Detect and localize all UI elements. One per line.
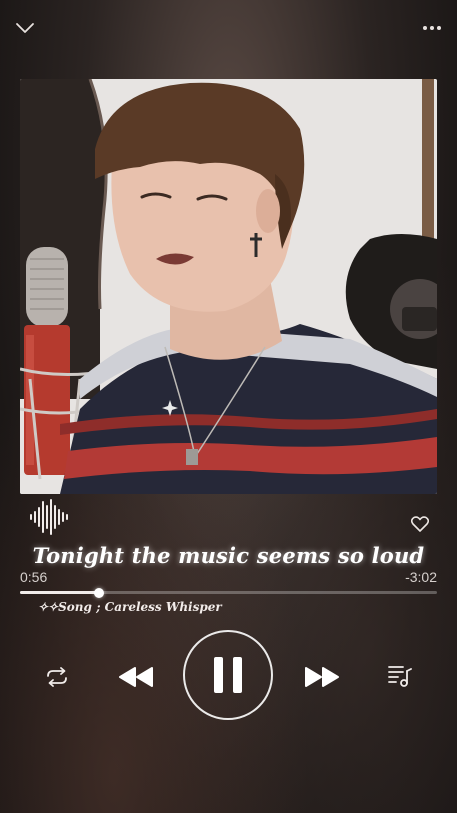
song-title: ✧✧Song ; Careless Whisper bbox=[38, 600, 222, 614]
playback-controls bbox=[0, 630, 457, 722]
elapsed-time: 0:56 bbox=[20, 569, 48, 585]
top-bar bbox=[0, 0, 457, 60]
progress-fill bbox=[20, 591, 100, 594]
queue-music-icon[interactable] bbox=[384, 660, 416, 692]
current-lyric: Tonight the music seems so loud bbox=[32, 543, 425, 568]
chevron-down-icon[interactable] bbox=[10, 14, 40, 42]
heart-icon[interactable] bbox=[408, 513, 432, 535]
rewind-icon[interactable] bbox=[114, 660, 158, 694]
artwork-illustration bbox=[20, 79, 437, 494]
waveform-icon bbox=[28, 498, 70, 536]
pause-button[interactable] bbox=[183, 630, 273, 720]
remaining-time: -3:02 bbox=[405, 569, 437, 585]
more-icon[interactable] bbox=[417, 14, 447, 42]
progress-knob[interactable] bbox=[94, 587, 105, 598]
repeat-icon[interactable] bbox=[40, 662, 74, 692]
progress-bar[interactable] bbox=[20, 587, 437, 598]
fast-forward-icon[interactable] bbox=[300, 660, 344, 694]
pause-icon bbox=[214, 657, 242, 693]
album-artwork bbox=[20, 79, 437, 494]
